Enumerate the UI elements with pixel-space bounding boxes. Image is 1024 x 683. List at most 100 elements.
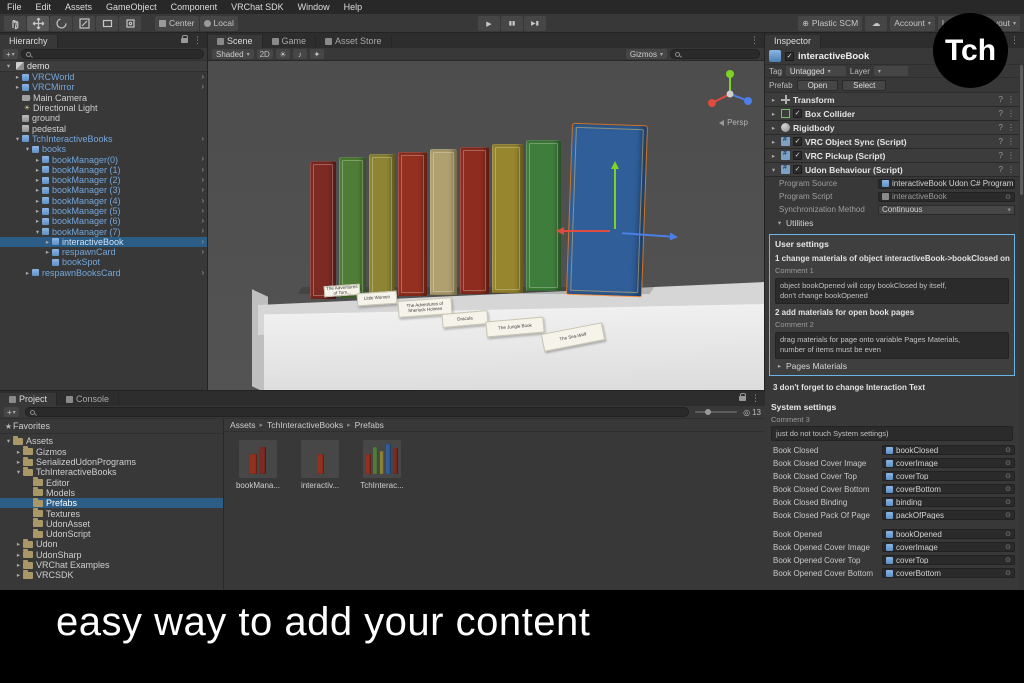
pivot-center-button[interactable]: Center [155,16,199,31]
foldout-icon[interactable]: ▸ [769,152,778,160]
component-header-vrc-pickup-script[interactable]: ▸✓VRC Pickup (Script)?⋮ [765,149,1019,163]
project-folder-vrchat-examples[interactable]: ▸VRChat Examples [0,560,223,570]
object-field[interactable]: coverTop⊙ [882,555,1015,565]
foldout-icon[interactable]: ▸ [14,551,23,559]
kebab-icon[interactable]: ⋮ [1007,123,1015,132]
foldout-icon[interactable]: ▸ [33,197,42,205]
step-button[interactable]: ▶▮ [524,16,546,31]
help-icon[interactable]: ? [999,109,1003,118]
foldout-icon[interactable]: ▾ [33,228,42,236]
breadcrumb-tchinteractivebooks[interactable]: TchInteractiveBooks [267,420,343,430]
lock-icon[interactable] [181,38,188,43]
object-field[interactable]: coverTop⊙ [882,471,1015,481]
foldout-icon[interactable]: ▸ [14,540,23,548]
menu-item-help[interactable]: Help [337,0,370,14]
tab-project[interactable]: Project [0,393,57,406]
prefab-chevron-icon[interactable]: › [201,134,204,144]
help-icon[interactable]: ? [999,151,1003,160]
component-enabled-checkbox[interactable]: ✓ [793,165,802,174]
prefab-chevron-icon[interactable]: › [201,154,204,164]
breadcrumb-assets[interactable]: Assets [230,420,256,430]
object-picker-icon[interactable]: ⊙ [1005,193,1011,201]
asset-item-interactiv[interactable]: interactiv... [296,440,344,490]
hidden-count-badge[interactable]: ◎13 [743,408,761,417]
hierarchy-item-bookmanager-1[interactable]: ▸bookManager (1)› [0,165,207,175]
component-header-transform[interactable]: ▸Transform?⋮ [765,93,1019,107]
book-object-3[interactable] [369,154,395,297]
move-tool-button[interactable] [27,16,49,31]
project-folder-udon[interactable]: ▸Udon [0,539,223,549]
asset-item-bookmana[interactable]: bookMana... [234,440,282,490]
play-button[interactable]: ▶ [478,16,500,31]
foldout-icon[interactable]: ▸ [14,458,23,466]
hierarchy-item-interactivebook[interactable]: ▸interactiveBook› [0,237,207,247]
tab-hierarchy[interactable]: Hierarchy [0,35,58,48]
kebab-icon[interactable]: ⋮ [751,393,760,404]
kebab-icon[interactable]: ⋮ [193,35,202,46]
pedestal-front[interactable] [264,304,764,390]
menu-item-assets[interactable]: Assets [58,0,99,14]
plastic-scm-button[interactable]: ⊕Plastic SCM [798,16,862,31]
book-object-2[interactable] [339,157,366,298]
book-object-4[interactable] [398,152,427,296]
foldout-icon[interactable]: ▸ [769,124,778,132]
asset-item-tchinterac[interactable]: TchInterac... [358,440,406,490]
effects-toggle[interactable]: ✦ [310,49,324,59]
object-picker-icon[interactable]: ⊙ [1005,556,1011,564]
lock-icon[interactable] [739,396,746,401]
account-dropdown[interactable]: Account▾ [890,16,935,31]
rect-tool-button[interactable] [96,16,118,31]
foldout-icon[interactable]: ▾ [23,145,32,153]
object-field[interactable]: coverBottom⊙ [882,484,1015,494]
hierarchy-item-bookmanager-3[interactable]: ▸bookManager (3)› [0,185,207,195]
object-picker-icon[interactable]: ⊙ [1005,511,1011,519]
hierarchy-search-input[interactable] [21,49,204,59]
breadcrumb-prefabs[interactable]: Prefabs [355,420,384,430]
project-folder-prefabs[interactable]: Prefabs [0,498,223,508]
foldout-icon[interactable]: ▸ [14,448,23,456]
hierarchy-item-directional-light[interactable]: ☀Directional Light [0,103,207,113]
prefab-chevron-icon[interactable]: › [201,237,204,247]
tab-inspector[interactable]: Inspector [765,35,821,48]
project-folder-tchinteractivebooks[interactable]: ▾TchInteractiveBooks [0,467,223,477]
foldout-icon[interactable]: ▸ [23,269,32,277]
foldout-icon[interactable]: ▸ [769,138,778,146]
project-folder-serializedudonprograms[interactable]: ▸SerializedUdonPrograms [0,457,223,467]
foldout-icon[interactable]: ▾ [4,62,13,70]
kebab-icon[interactable]: ⋮ [1007,165,1015,174]
move-gizmo-x-axis[interactable] [560,230,610,232]
shading-dropdown[interactable]: Shaded▾ [212,49,254,59]
prefab-chevron-icon[interactable]: › [201,247,204,257]
hierarchy-item-bookmanager-7[interactable]: ▾bookManager (7)› [0,226,207,236]
object-field[interactable]: bookClosed⊙ [882,445,1015,455]
foldout-icon[interactable]: ▾ [769,166,778,174]
comment2-text[interactable]: drag materials for page onto variable Pa… [775,332,1009,358]
active-checkbox[interactable]: ✓ [785,52,794,61]
lighting-toggle[interactable]: ☀ [276,49,290,59]
hierarchy-item-vrcworld[interactable]: ▸VRCWorld› [0,72,207,82]
comment1-text[interactable]: object bookOpened will copy bookClosed b… [775,278,1009,304]
inspector-scrollbar[interactable] [1019,63,1024,590]
prefab-chevron-icon[interactable]: › [201,268,204,278]
tab-asset-store[interactable]: Asset Store [316,35,392,48]
tab-scene[interactable]: Scene [208,35,263,48]
audio-toggle[interactable]: ♪ [293,49,307,59]
pages-materials-foldout[interactable]: ▸ Pages Materials [773,360,1011,373]
kebab-icon[interactable]: ⋮ [750,35,759,46]
foldout-icon[interactable]: ▾ [14,468,23,476]
object-field[interactable]: binding⊙ [882,497,1015,507]
scrollbar-thumb[interactable] [1020,65,1023,195]
move-gizmo-y-axis[interactable] [614,165,616,229]
foldout-icon[interactable]: ▸ [43,238,52,246]
book-object-8[interactable] [526,140,561,291]
rotate-tool-button[interactable] [50,16,72,31]
menu-item-window[interactable]: Window [291,0,337,14]
kebab-icon[interactable]: ⋮ [1007,137,1015,146]
menu-item-gameobject[interactable]: GameObject [99,0,164,14]
hierarchy-item-respawncard[interactable]: ▸respawnCard› [0,247,207,257]
kebab-icon[interactable]: ⋮ [1007,95,1015,104]
help-icon[interactable]: ? [999,123,1003,132]
help-icon[interactable]: ? [999,137,1003,146]
hierarchy-item-pedestal[interactable]: pedestal [0,123,207,133]
menu-item-component[interactable]: Component [164,0,225,14]
